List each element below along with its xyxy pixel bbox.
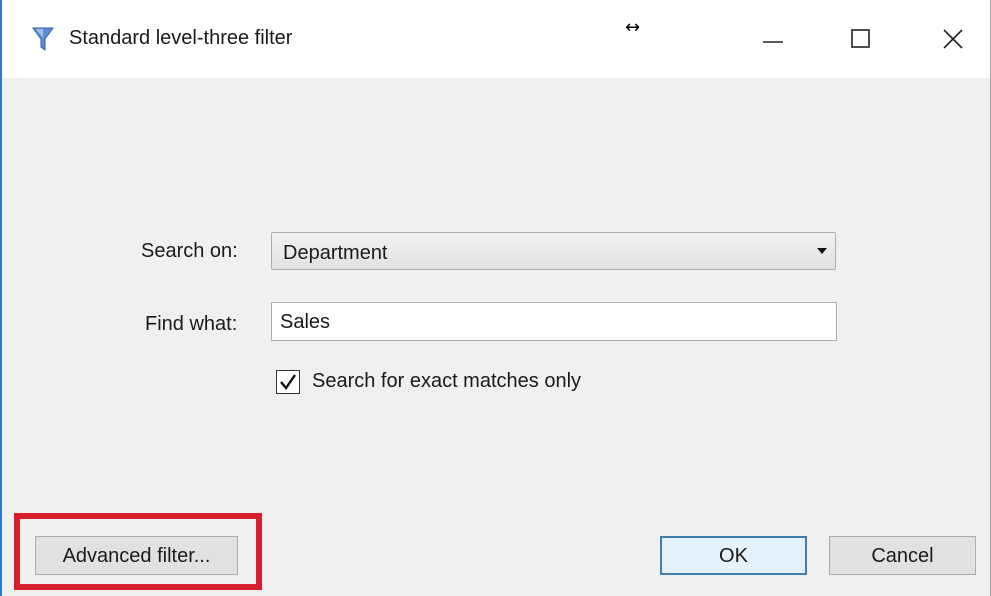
minimize-icon[interactable] — [760, 26, 786, 52]
search-on-value: Department — [283, 242, 388, 264]
find-what-input[interactable]: Sales — [271, 302, 837, 341]
title-bar[interactable]: Standard level-three filter ↔ — [2, 0, 990, 78]
maximize-icon[interactable] — [848, 26, 874, 52]
exact-match-checkbox[interactable] — [276, 370, 300, 394]
filter-dialog-window: Standard level-three filter ↔ Search on:… — [0, 0, 991, 596]
cancel-button[interactable]: Cancel — [829, 536, 976, 575]
search-on-label: Search on: — [141, 240, 238, 262]
checkmark-icon — [280, 374, 296, 390]
filter-funnel-icon — [32, 27, 54, 51]
advanced-filter-highlight-box — [14, 513, 262, 590]
window-title: Standard level-three filter — [69, 27, 293, 49]
dropdown-arrow-icon — [817, 248, 827, 254]
find-what-label: Find what: — [145, 313, 238, 335]
ok-button[interactable]: OK — [660, 536, 807, 575]
exact-match-label[interactable]: Search for exact matches only — [312, 370, 581, 393]
search-on-dropdown[interactable]: Department — [271, 232, 836, 270]
resize-horizontal-icon: ↔ — [625, 17, 641, 38]
find-what-value: Sales — [280, 311, 331, 333]
close-icon[interactable] — [940, 26, 966, 52]
